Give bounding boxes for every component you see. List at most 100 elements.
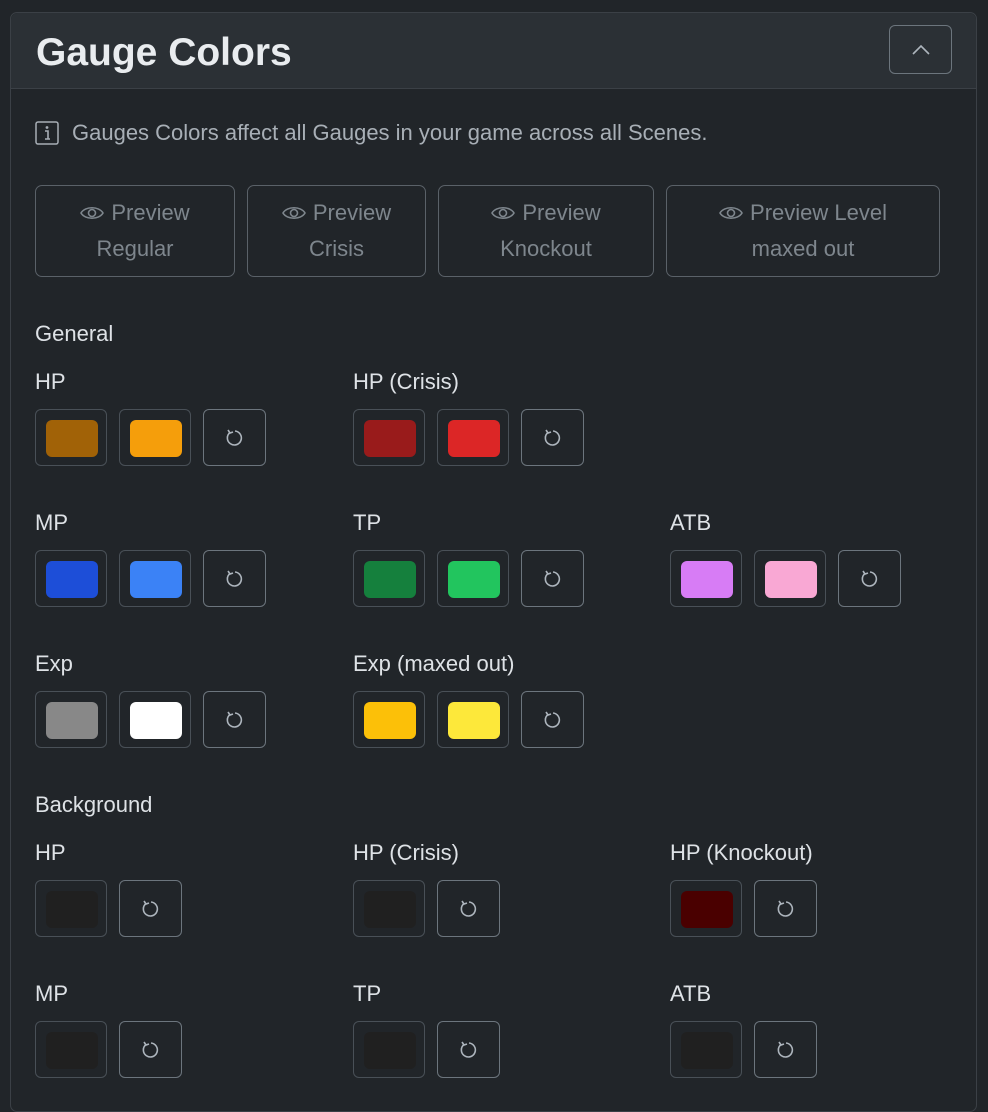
preview-level-maxed-button[interactable]: Preview Level maxed out (666, 185, 940, 277)
general-tp-color-1[interactable] (353, 550, 425, 607)
color-swatch (448, 420, 500, 457)
background-hp-knockout-label: HP (Knockout) (670, 840, 813, 865)
general-mp-reset-button[interactable] (203, 550, 266, 607)
eye-icon (719, 206, 743, 220)
background-mp-reset-button[interactable] (119, 1021, 182, 1078)
preview-sub-label: maxed out (751, 236, 855, 261)
reset-icon (861, 570, 878, 587)
preview-label: Preview Level (750, 200, 887, 225)
chevron-up-icon (912, 44, 930, 55)
general-atb-reset-button[interactable] (838, 550, 901, 607)
general-mp-color-2[interactable] (119, 550, 191, 607)
color-swatch (46, 561, 98, 598)
background-hp-crisis-label: HP (Crisis) (353, 840, 459, 865)
color-swatch (681, 1032, 733, 1069)
background-hp-reset-button[interactable] (119, 880, 182, 937)
gauge-colors-card: Gauge Colors Gauges Colors affect all Ga… (10, 12, 977, 1112)
reset-icon (544, 429, 561, 446)
reset-icon (460, 1041, 477, 1058)
preview-label: Preview (522, 200, 601, 225)
color-swatch (46, 702, 98, 739)
eye-icon (491, 206, 516, 220)
background-hp-crisis-reset-button[interactable] (437, 880, 500, 937)
preview-label: Preview (312, 200, 392, 225)
background-atb-color[interactable] (670, 1021, 742, 1078)
color-swatch (364, 1032, 416, 1069)
general-exp-reset-button[interactable] (203, 691, 266, 748)
preview-sub-label: Knockout (500, 236, 592, 261)
eye-icon (281, 206, 306, 220)
color-swatch (681, 891, 733, 928)
color-swatch (46, 891, 98, 928)
preview-crisis-button[interactable]: Preview Crisis (247, 185, 426, 277)
reset-icon (226, 711, 243, 728)
color-swatch (364, 702, 416, 739)
card-header: Gauge Colors (11, 13, 976, 89)
reset-icon (544, 711, 561, 728)
color-swatch (364, 561, 416, 598)
color-swatch (130, 420, 182, 457)
reset-icon (142, 1041, 159, 1058)
color-swatch (130, 561, 182, 598)
general-exp-maxed-label: Exp (maxed out) (353, 651, 515, 676)
color-swatch (46, 1032, 98, 1069)
general-mp-color-1[interactable] (35, 550, 107, 607)
general-hp-crisis-color-1[interactable] (353, 409, 425, 466)
eye-icon (80, 206, 105, 220)
section-background-title: Background (35, 792, 153, 817)
general-exp-color-2[interactable] (119, 691, 191, 748)
general-atb-label: ATB (670, 510, 712, 535)
color-swatch (364, 891, 416, 928)
collapse-button[interactable] (889, 25, 952, 74)
background-mp-label: MP (35, 981, 68, 1006)
color-swatch (681, 561, 733, 598)
preview-label: Preview (111, 200, 190, 225)
general-mp-label: MP (35, 510, 68, 535)
preview-regular-button[interactable]: Preview Regular (35, 185, 235, 277)
general-hp-color-2[interactable] (119, 409, 191, 466)
general-tp-reset-button[interactable] (521, 550, 584, 607)
color-swatch (46, 420, 98, 457)
preview-sub-label: Crisis (309, 236, 364, 261)
reset-icon (777, 1041, 794, 1058)
general-tp-label: TP (353, 510, 382, 535)
general-exp-label: Exp (35, 651, 73, 676)
background-atb-label: ATB (670, 981, 712, 1006)
color-swatch (448, 702, 500, 739)
background-hp-knockout-reset-button[interactable] (754, 880, 817, 937)
general-exp-maxed-color-2[interactable] (437, 691, 509, 748)
color-swatch (765, 561, 817, 598)
reset-icon (460, 900, 477, 917)
color-swatch (364, 420, 416, 457)
background-hp-crisis-color[interactable] (353, 880, 425, 937)
info-text: Gauges Colors affect all Gauges in your … (72, 120, 708, 145)
section-general-title: General (35, 321, 114, 346)
background-hp-knockout-color[interactable] (670, 880, 742, 937)
general-exp-color-1[interactable] (35, 691, 107, 748)
reset-icon (142, 900, 159, 917)
color-swatch (448, 561, 500, 598)
preview-knockout-button[interactable]: Preview Knockout (438, 185, 654, 277)
background-hp-color[interactable] (35, 880, 107, 937)
general-hp-color-1[interactable] (35, 409, 107, 466)
page-title: Gauge Colors (36, 31, 292, 74)
color-swatch (130, 702, 182, 739)
general-atb-color-2[interactable] (754, 550, 826, 607)
reset-icon (226, 570, 243, 587)
general-exp-maxed-color-1[interactable] (353, 691, 425, 748)
general-hp-crisis-label: HP (Crisis) (353, 369, 459, 394)
reset-icon (226, 429, 243, 446)
general-hp-crisis-color-2[interactable] (437, 409, 509, 466)
general-tp-color-2[interactable] (437, 550, 509, 607)
background-mp-color[interactable] (35, 1021, 107, 1078)
background-tp-reset-button[interactable] (437, 1021, 500, 1078)
background-hp-label: HP (35, 840, 66, 865)
background-atb-reset-button[interactable] (754, 1021, 817, 1078)
general-exp-maxed-reset-button[interactable] (521, 691, 584, 748)
general-atb-color-1[interactable] (670, 550, 742, 607)
background-tp-label: TP (353, 981, 382, 1006)
background-tp-color[interactable] (353, 1021, 425, 1078)
general-hp-reset-button[interactable] (203, 409, 266, 466)
general-hp-crisis-reset-button[interactable] (521, 409, 584, 466)
general-hp-label: HP (35, 369, 66, 394)
